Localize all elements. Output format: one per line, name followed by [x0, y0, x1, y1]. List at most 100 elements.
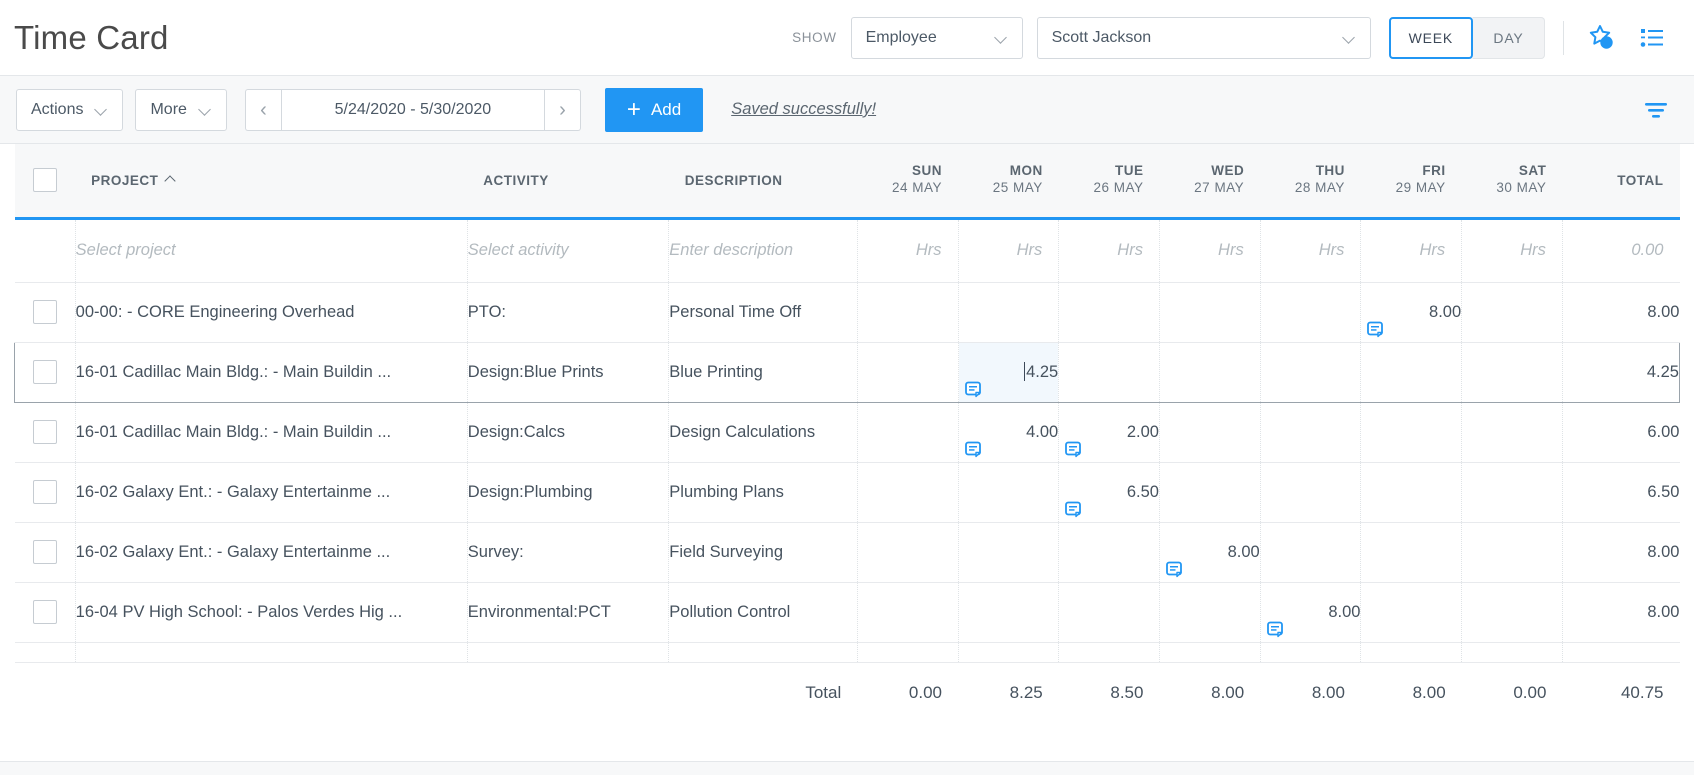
column-header-day-2[interactable]: TUE 26 MAY: [1058, 144, 1160, 220]
table-row[interactable]: 16-01 Cadillac Main Bldg.: - Main Buildi…: [14, 341, 1681, 403]
next-week-button[interactable]: ›: [544, 88, 581, 131]
hours-cell-2[interactable]: [1058, 282, 1160, 343]
list-view-icon[interactable]: [1632, 18, 1672, 58]
hours-cell-4[interactable]: [1259, 282, 1361, 343]
tab-week[interactable]: WEEK: [1388, 16, 1473, 59]
hours-cell-3[interactable]: [1158, 341, 1261, 403]
star-badge-icon[interactable]: [1582, 18, 1622, 58]
hours-cell-6[interactable]: [1461, 522, 1563, 583]
hours-cell-2[interactable]: 2.00: [1058, 402, 1160, 463]
row-description-cell[interactable]: Pollution Control: [668, 582, 858, 643]
row-activity-cell[interactable]: Survey:: [466, 522, 669, 583]
hours-cell-0[interactable]: [856, 402, 958, 463]
hours-cell-6[interactable]: [1461, 402, 1563, 463]
more-dropdown[interactable]: More: [135, 88, 227, 131]
hours-cell-2[interactable]: [1058, 582, 1160, 643]
hours-cell-1[interactable]: [957, 282, 1059, 343]
row-checkbox[interactable]: [32, 480, 57, 504]
row-project-cell[interactable]: 16-01 Cadillac Main Bldg.: - Main Buildi…: [74, 402, 468, 463]
entry-hours-input-4[interactable]: Hrs: [1259, 218, 1361, 283]
hours-cell-5[interactable]: [1360, 522, 1462, 583]
table-row[interactable]: 16-01 Cadillac Main Bldg.: - Main Buildi…: [14, 402, 1680, 463]
row-checkbox[interactable]: [32, 420, 57, 444]
entry-hours-input-6[interactable]: Hrs: [1461, 218, 1563, 283]
column-header-day-5[interactable]: FRI 29 MAY: [1360, 144, 1462, 220]
hours-cell-6[interactable]: [1461, 462, 1563, 523]
hours-cell-3[interactable]: 8.00: [1158, 522, 1261, 583]
note-icon[interactable]: [1367, 321, 1384, 338]
column-header-day-6[interactable]: SAT 30 MAY: [1461, 144, 1563, 220]
row-activity-cell[interactable]: Design:Blue Prints: [466, 341, 669, 403]
hours-cell-6[interactable]: [1461, 582, 1563, 643]
row-project-cell[interactable]: 16-04 PV High School: - Palos Verdes Hig…: [74, 582, 468, 643]
employee-name-select[interactable]: Scott Jackson: [1036, 16, 1371, 59]
hours-cell-0[interactable]: [856, 582, 958, 643]
row-project-cell[interactable]: 16-01 Cadillac Main Bldg.: - Main Buildi…: [74, 341, 468, 403]
row-activity-cell[interactable]: Design:Plumbing: [466, 462, 669, 523]
row-activity-cell[interactable]: PTO:: [466, 282, 669, 343]
hours-cell-4[interactable]: [1259, 402, 1361, 463]
row-description-cell[interactable]: Personal Time Off: [668, 282, 858, 343]
column-header-activity[interactable]: ACTIVITY: [467, 144, 669, 220]
hours-cell-5[interactable]: [1360, 341, 1462, 403]
row-checkbox[interactable]: [32, 360, 57, 384]
hours-cell-0[interactable]: [856, 282, 958, 343]
row-description-cell[interactable]: Blue Printing: [668, 341, 858, 403]
column-header-day-4[interactable]: THU 28 MAY: [1260, 144, 1361, 220]
entry-hours-input-2[interactable]: Hrs: [1058, 218, 1160, 283]
note-icon[interactable]: [1166, 561, 1183, 578]
table-row[interactable]: 00-00: - CORE Engineering Overhead PTO: Pe…: [14, 282, 1680, 343]
date-range-display[interactable]: 5/24/2020 - 5/30/2020: [280, 88, 545, 131]
column-header-day-0[interactable]: SUN 24 MAY: [857, 144, 958, 220]
note-icon[interactable]: [1266, 621, 1284, 638]
hours-cell-3[interactable]: [1158, 582, 1261, 643]
column-header-total[interactable]: TOTAL: [1562, 144, 1680, 220]
row-description-cell[interactable]: Plumbing Plans: [668, 462, 858, 523]
hours-cell-1[interactable]: 4.25: [957, 341, 1059, 403]
row-checkbox[interactable]: [32, 540, 57, 564]
row-description-cell[interactable]: Field Surveying: [668, 522, 858, 583]
previous-week-button[interactable]: ‹: [244, 88, 281, 131]
hours-cell-1[interactable]: [957, 462, 1059, 523]
row-project-cell[interactable]: 16-02 Galaxy Ent.: - Galaxy Entertainme …: [74, 522, 468, 583]
hours-cell-5[interactable]: [1360, 462, 1462, 523]
select-all-checkbox[interactable]: [32, 168, 57, 193]
hours-cell-4[interactable]: [1259, 341, 1361, 403]
filter-icon[interactable]: [1638, 92, 1674, 128]
note-icon[interactable]: [964, 441, 982, 458]
hours-cell-3[interactable]: [1158, 282, 1261, 343]
hours-cell-2[interactable]: [1058, 522, 1160, 583]
table-row[interactable]: 16-02 Galaxy Ent.: - Galaxy Entertainme …: [14, 522, 1680, 583]
row-project-cell[interactable]: 16-02 Galaxy Ent.: - Galaxy Entertainme …: [74, 462, 468, 523]
column-header-day-3[interactable]: WED 27 MAY: [1159, 144, 1261, 220]
hours-cell-0[interactable]: [856, 462, 958, 523]
note-icon[interactable]: [1065, 441, 1082, 458]
note-icon[interactable]: [964, 381, 982, 398]
hours-cell-1[interactable]: 4.00: [957, 402, 1059, 463]
column-header-description[interactable]: DESCRIPTION: [668, 144, 858, 220]
hours-cell-3[interactable]: [1158, 462, 1261, 523]
hours-cell-2[interactable]: 6.50: [1058, 462, 1160, 523]
hours-cell-4[interactable]: [1259, 462, 1361, 523]
tab-day[interactable]: DAY: [1473, 16, 1545, 59]
hours-cell-0[interactable]: [856, 522, 958, 583]
new-entry-row[interactable]: Select project Select activity Enter descr…: [14, 218, 1680, 283]
employee-type-select[interactable]: Employee: [850, 16, 1023, 59]
hours-cell-4[interactable]: 8.00: [1259, 582, 1361, 643]
hours-cell-1[interactable]: [957, 582, 1059, 643]
row-project-cell[interactable]: 00-00: - CORE Engineering Overhead: [74, 282, 468, 343]
row-checkbox[interactable]: [32, 300, 57, 324]
column-header-day-1[interactable]: MON 25 MAY: [958, 144, 1059, 220]
entry-hours-input-3[interactable]: Hrs: [1158, 218, 1261, 283]
row-activity-cell[interactable]: Design:Calcs: [466, 402, 669, 463]
hours-cell-2[interactable]: [1058, 341, 1160, 403]
row-checkbox[interactable]: [32, 600, 57, 624]
hours-cell-1[interactable]: [957, 522, 1059, 583]
hours-cell-5[interactable]: [1360, 582, 1462, 643]
hours-cell-4[interactable]: [1259, 522, 1361, 583]
table-row[interactable]: 16-04 PV High School: - Palos Verdes Hig…: [14, 582, 1680, 643]
hours-cell-5[interactable]: [1360, 402, 1462, 463]
hours-cell-6[interactable]: [1461, 282, 1563, 343]
column-header-project[interactable]: PROJECT: [75, 144, 468, 220]
hours-cell-3[interactable]: [1158, 402, 1261, 463]
